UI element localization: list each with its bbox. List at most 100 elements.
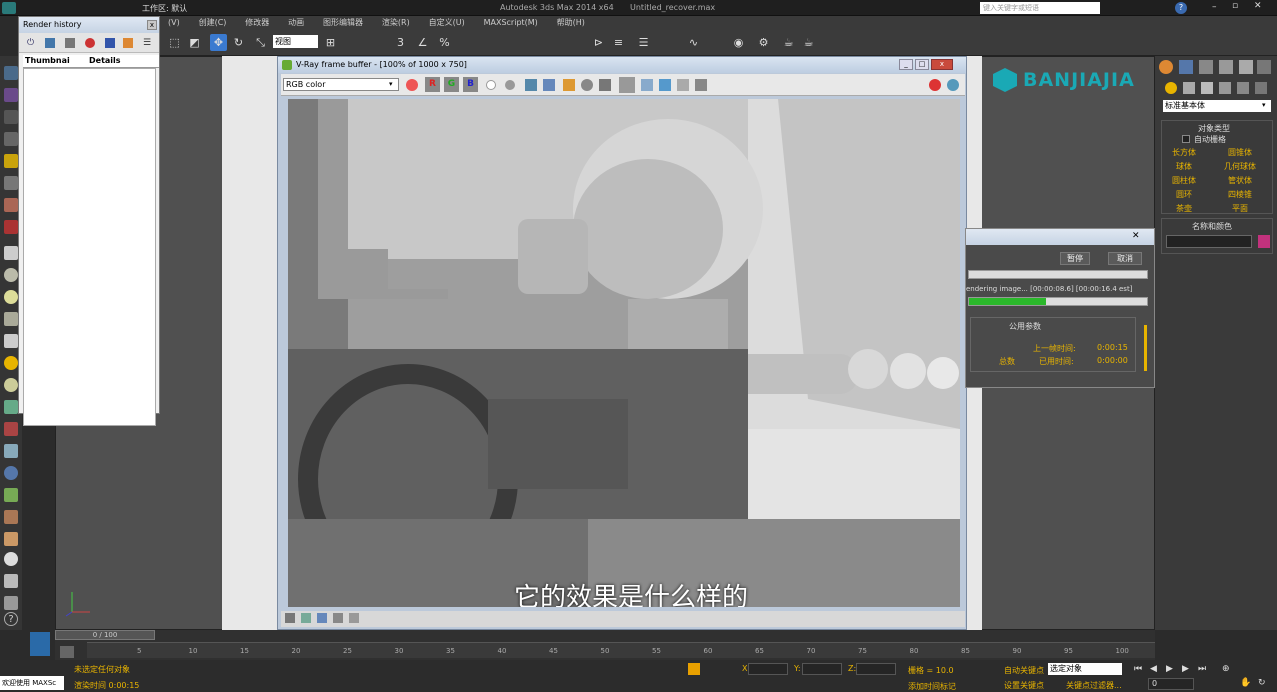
teapot-button[interactable]: 茶壶 <box>1176 203 1192 214</box>
blue-channel-button[interactable]: B <box>463 77 478 92</box>
window-crossing-icon[interactable]: ◩ <box>186 34 203 51</box>
correction-icon[interactable] <box>677 79 689 91</box>
next-frame-icon[interactable]: ▶ <box>1182 664 1189 674</box>
menu-item[interactable]: 渲染(R) <box>382 16 410 30</box>
gray-dot-icon[interactable] <box>505 80 515 90</box>
tool-icon[interactable] <box>4 132 18 146</box>
go-start-icon[interactable]: ⏮ <box>1134 664 1142 674</box>
info-icon[interactable] <box>695 79 707 91</box>
dialog-titlebar[interactable] <box>966 229 1154 245</box>
tool-icon[interactable] <box>4 88 18 102</box>
lut-icon[interactable] <box>301 613 311 623</box>
load-icon[interactable] <box>65 38 75 48</box>
shape-icon[interactable] <box>1183 82 1195 94</box>
torus-button[interactable]: 圆环 <box>1176 189 1192 200</box>
rendered-image[interactable]: 它的效果是什么样的 <box>288 99 960 607</box>
track-bar[interactable]: 5 10 15 20 25 30 35 40 45 50 55 60 65 70 75 80 85 90 95 100 <box>87 642 1155 658</box>
region-icon[interactable] <box>619 77 635 93</box>
menu-item[interactable]: 动画 <box>288 16 304 30</box>
render-history-list[interactable] <box>23 68 156 426</box>
menu-item[interactable]: (V) <box>168 16 180 30</box>
menu-item[interactable]: 图形编辑器 <box>323 16 363 30</box>
play-icon[interactable]: ▶ <box>1166 664 1173 674</box>
render-setup-icon[interactable]: ⚙ <box>755 34 772 51</box>
auto-grid-checkbox[interactable] <box>1182 135 1190 143</box>
exposure-icon[interactable] <box>349 613 359 623</box>
selection-filter-select[interactable]: 选定对象 <box>1048 663 1122 675</box>
vfb-title[interactable]: V-Ray frame buffer - [100% of 1000 x 750… <box>278 57 966 73</box>
tool-icon[interactable] <box>4 334 18 348</box>
color-icon[interactable] <box>406 79 418 91</box>
level-icon[interactable] <box>317 613 327 623</box>
mirror-icon[interactable]: ⊳ <box>590 34 607 51</box>
snap-icon[interactable]: 3 <box>392 34 409 51</box>
clone-icon[interactable] <box>543 79 555 91</box>
tool-icon[interactable] <box>4 198 18 212</box>
red-channel-button[interactable]: R <box>425 77 440 92</box>
app-logo-icon[interactable] <box>2 2 16 14</box>
hierarchy-tab-icon[interactable] <box>1199 60 1213 74</box>
zoom-icon[interactable]: ⊕ <box>1222 664 1230 674</box>
helper-icon[interactable] <box>1237 82 1249 94</box>
col-details[interactable]: Details <box>89 56 121 65</box>
curve-editor-icon[interactable]: ∿ <box>685 34 702 51</box>
curve-icon[interactable] <box>333 613 343 623</box>
pyramid-button[interactable]: 四棱锥 <box>1228 189 1252 200</box>
tool-icon[interactable] <box>4 444 18 458</box>
align-icon[interactable]: ≡ <box>610 34 627 51</box>
add-time-tag[interactable]: 添加时间标记 <box>908 681 956 692</box>
mini-curve-icon[interactable] <box>60 646 74 658</box>
globe-icon[interactable] <box>4 466 18 480</box>
white-dot-icon[interactable] <box>486 80 496 90</box>
view-select[interactable]: 视图 <box>273 35 318 48</box>
minimize-button[interactable]: – <box>1212 2 1217 12</box>
motion-tab-icon[interactable] <box>1219 60 1233 74</box>
utilities-tab-icon[interactable] <box>1257 60 1271 74</box>
render-history-title[interactable]: Render history <box>19 17 159 33</box>
maxscript-listener[interactable]: 欢迎使用 MAXSc <box>0 676 64 690</box>
tube-button[interactable]: 管状体 <box>1228 175 1252 186</box>
prev-frame-icon[interactable]: ◀ <box>1150 664 1157 674</box>
set-key-button[interactable]: 设置关键点 <box>1004 680 1044 691</box>
history-icon[interactable] <box>599 79 611 91</box>
close-button[interactable]: x <box>931 59 953 70</box>
pivot-icon[interactable]: ⊞ <box>322 34 339 51</box>
y-coordinate-field[interactable] <box>802 663 842 675</box>
x-coordinate-field[interactable] <box>748 663 788 675</box>
menu-item[interactable]: 修改器 <box>245 16 269 30</box>
channel-select[interactable]: RGB color <box>283 78 399 91</box>
orbit-icon[interactable]: ↻ <box>1258 678 1266 688</box>
auto-key-button[interactable]: 自动关键点 <box>1004 665 1044 676</box>
sphere-icon[interactable] <box>4 290 18 304</box>
select-region-icon[interactable]: ⬚ <box>166 34 183 51</box>
primitive-type-dropdown[interactable]: 标准基本体 <box>1163 100 1271 112</box>
tool-icon[interactable] <box>4 110 18 124</box>
angle-snap-icon[interactable]: ∠ <box>414 34 431 51</box>
close-icon[interactable]: x <box>147 20 157 30</box>
tool-icon[interactable] <box>4 596 18 610</box>
light-icon[interactable] <box>1201 82 1213 94</box>
display-tab-icon[interactable] <box>1239 60 1253 74</box>
compare-a-icon[interactable] <box>105 38 115 48</box>
cancel-button[interactable]: 取消 <box>1108 252 1142 265</box>
camera-icon[interactable] <box>1219 82 1231 94</box>
lens-icon[interactable] <box>659 79 671 91</box>
tool-icon[interactable] <box>4 532 18 546</box>
green-channel-button[interactable]: G <box>444 77 459 92</box>
object-color-swatch[interactable] <box>1258 235 1270 248</box>
go-end-icon[interactable]: ⏭ <box>1198 664 1206 674</box>
rotate-icon[interactable]: ↻ <box>230 34 247 51</box>
tool-icon[interactable] <box>4 66 18 80</box>
move-icon[interactable]: ✥ <box>210 34 227 51</box>
tool-icon[interactable] <box>4 220 18 234</box>
record-icon[interactable] <box>85 38 95 48</box>
sphere-icon[interactable] <box>4 552 18 566</box>
channel-select-arrow-icon[interactable]: ▾ <box>389 80 393 88</box>
help-icon[interactable]: ? <box>1175 2 1187 14</box>
col-thumbnail[interactable]: Thumbnai <box>25 56 70 65</box>
tool-icon[interactable] <box>4 510 18 524</box>
layer-icon[interactable]: ☰ <box>635 34 652 51</box>
pan-icon[interactable]: ✋ <box>1240 678 1251 688</box>
settings-icon[interactable] <box>581 79 593 91</box>
tool-icon[interactable] <box>4 574 18 588</box>
